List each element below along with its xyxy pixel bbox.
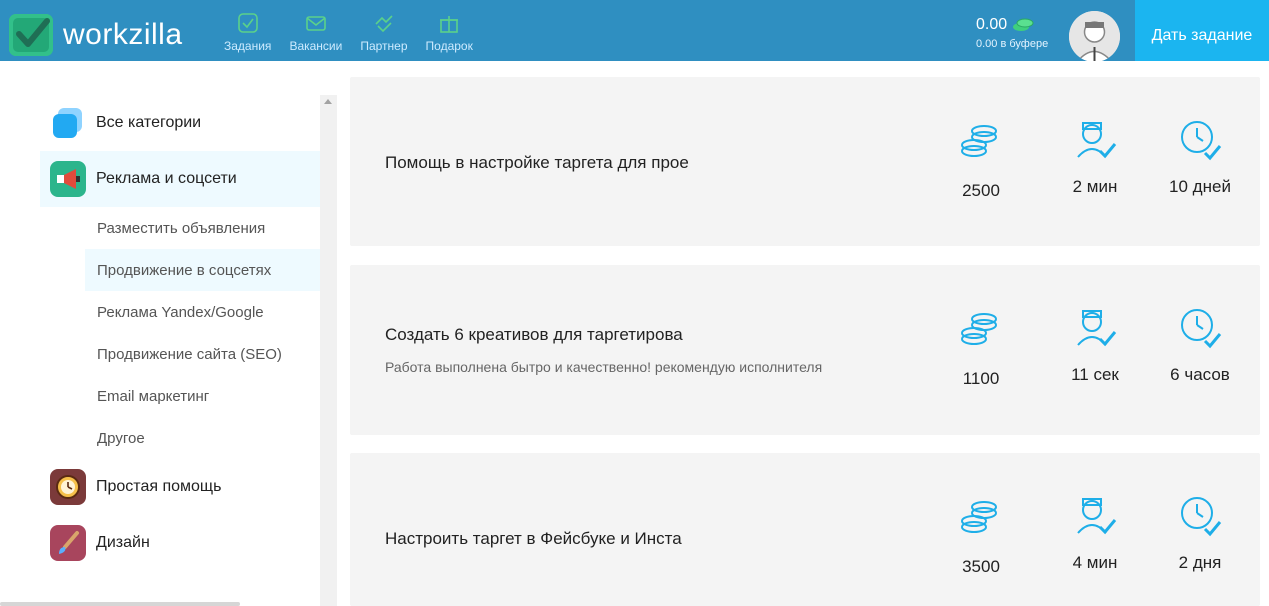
- category-list: Все категории Реклама и соцсети Размести…: [40, 95, 320, 571]
- sub-email-marketing[interactable]: Email маркетинг: [40, 375, 320, 417]
- deadline-stat: 10 дней: [1155, 117, 1245, 197]
- logo[interactable]: workzilla: [9, 14, 183, 56]
- vacancies-icon: [306, 16, 326, 31]
- sub-other[interactable]: Другое: [40, 417, 320, 459]
- price-stat: 3500: [936, 497, 1026, 577]
- deadline-stat: 6 часов: [1155, 305, 1245, 385]
- nav-gift-label: Подарок: [425, 39, 473, 53]
- deadline-clock-icon: [1181, 309, 1222, 349]
- price-stat: 2500: [936, 121, 1026, 201]
- author-check-icon: [1077, 310, 1117, 347]
- task-price: 1100: [962, 369, 1000, 388]
- task-card[interactable]: Помощь в настройке таргета для прое 2500…: [350, 77, 1260, 246]
- brush-icon: [50, 525, 86, 561]
- header: workzilla Задания Вакансии Партнер Подар…: [0, 0, 1269, 71]
- task-title: Создать 6 креативов для таргетирова: [385, 325, 683, 344]
- coins-icon: [1013, 18, 1034, 31]
- category-design[interactable]: Дизайн: [40, 515, 320, 571]
- task-card[interactable]: Настроить таргет в Фейсбуке и Инста 3500…: [350, 453, 1260, 606]
- nav-vacancies-label: Вакансии: [289, 39, 343, 53]
- deadline-stat: 2 дня: [1155, 493, 1245, 573]
- logo-check-icon: [9, 14, 53, 56]
- balance-buffer: 0.00 в буфере: [976, 38, 1049, 50]
- sub-post-ads[interactable]: Разместить объявления: [40, 207, 320, 249]
- task-price: 3500: [962, 557, 1000, 576]
- task-card[interactable]: Создать 6 креативов для таргетирова Рабо…: [350, 265, 1260, 435]
- deadline-clock-icon: [1181, 497, 1222, 537]
- nav-tasks[interactable]: Задания: [224, 12, 271, 53]
- price-stat: 1100: [936, 309, 1026, 389]
- nav-tasks-label: Задания: [224, 39, 272, 53]
- author-check-icon: [1077, 498, 1117, 535]
- balance[interactable]: 0.00 0.00 в буфере: [976, 16, 1048, 50]
- task-deadline: 10 дней: [1169, 177, 1231, 196]
- author-time-stat: 2 мин: [1050, 117, 1140, 197]
- category-all-label: Все категории: [96, 114, 202, 131]
- task-author-time: 4 мин: [1072, 553, 1118, 572]
- horizontal-scrollbar[interactable]: [0, 602, 240, 606]
- sub-seo[interactable]: Продвижение сайта (SEO): [40, 333, 320, 375]
- all-categories-icon: [50, 105, 86, 141]
- task-price: 2500: [962, 181, 1000, 200]
- task-author-time: 11 сек: [1071, 365, 1119, 384]
- nav-partner[interactable]: Партнер: [360, 12, 408, 53]
- megaphone-icon: [50, 161, 86, 197]
- task-list: Помощь в настройке таргета для прое 2500…: [338, 61, 1269, 606]
- brand-name: workzilla: [63, 18, 183, 51]
- category-ads-social[interactable]: Реклама и соцсети: [40, 151, 320, 207]
- nav-partner-label: Партнер: [360, 39, 408, 53]
- task-review: Работа выполнена бытро и качественно! ре…: [385, 359, 823, 375]
- category-all[interactable]: Все категории: [40, 95, 320, 151]
- sidebar: Все категории Реклама и соцсети Размести…: [0, 61, 338, 606]
- task-title: Настроить таргет в Фейсбуке и Инста: [385, 529, 682, 548]
- category-simple-help-label: Простая помощь: [96, 478, 222, 495]
- author-check-icon: [1077, 122, 1117, 159]
- author-time-stat: 11 сек: [1050, 305, 1140, 385]
- user-avatar-icon: [1069, 11, 1120, 62]
- gift-icon: [440, 16, 459, 33]
- sidebar-scrollbar[interactable]: [320, 95, 337, 606]
- tasks-icon: [237, 13, 258, 33]
- task-author-time: 2 мин: [1072, 177, 1118, 196]
- category-design-label: Дизайн: [96, 534, 150, 551]
- sub-social-promo[interactable]: Продвижение в соцсетях: [85, 249, 320, 291]
- author-time-stat: 4 мин: [1050, 493, 1140, 573]
- category-simple-help[interactable]: Простая помощь: [40, 459, 320, 515]
- clock-icon: [50, 469, 86, 505]
- nav-gift[interactable]: Подарок: [426, 12, 473, 53]
- balance-amount: 0.00: [976, 16, 1008, 33]
- coins-icon: [961, 125, 997, 157]
- scroll-up-arrow-icon[interactable]: [324, 99, 332, 104]
- task-deadline: 6 часов: [1170, 365, 1230, 384]
- task-title: Помощь в настройке таргета для прое: [385, 153, 689, 172]
- deadline-clock-icon: [1181, 121, 1222, 161]
- partner-icon: [375, 15, 393, 33]
- coins-icon: [961, 313, 997, 345]
- coins-icon: [961, 501, 997, 533]
- category-ads-social-label: Реклама и соцсети: [96, 170, 237, 187]
- sub-yandex-google[interactable]: Реклама Yandex/Google: [40, 291, 320, 333]
- main-nav: Задания Вакансии Партнер Подарок: [224, 12, 473, 53]
- avatar[interactable]: [1069, 11, 1120, 62]
- nav-vacancies[interactable]: Вакансии: [289, 12, 342, 53]
- task-deadline: 2 дня: [1178, 553, 1222, 572]
